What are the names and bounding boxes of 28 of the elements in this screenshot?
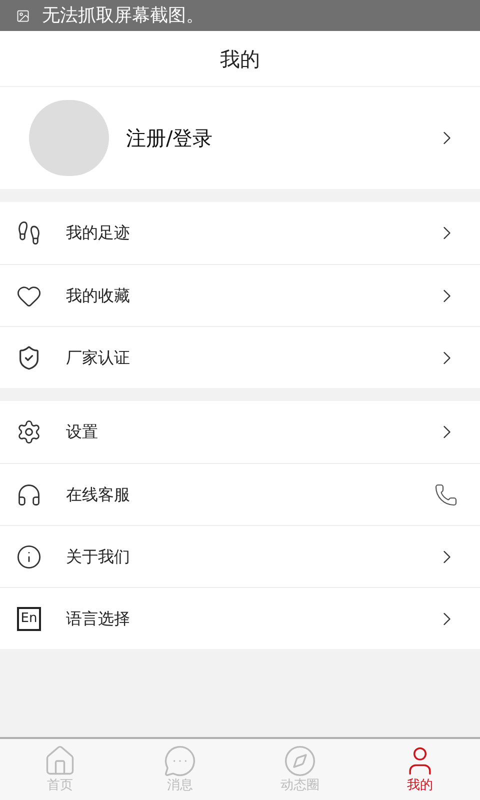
menu-label: 设置	[66, 421, 99, 443]
info-icon	[16, 544, 42, 570]
chat-icon	[163, 744, 197, 778]
settings-icon	[16, 419, 42, 445]
menu-row[interactable]: 我的足迹	[0, 202, 480, 264]
phone-icon	[434, 482, 458, 506]
compass-icon	[283, 744, 317, 778]
login-label: 注册/登录	[126, 125, 214, 152]
tab-item[interactable]: 我的	[360, 739, 480, 800]
profile-row[interactable]: 注册/登录	[0, 87, 480, 189]
toast-text: 无法抓取屏幕截图。	[42, 4, 204, 28]
menu-row[interactable]: 关于我们	[0, 525, 480, 587]
language-badge: En	[17, 606, 41, 630]
page-title: 我的	[220, 46, 260, 72]
menu-row[interactable]: 我的收藏	[0, 264, 480, 326]
image-icon	[16, 8, 30, 22]
menu-label: 在线客服	[66, 484, 131, 506]
headset-icon	[16, 482, 42, 508]
menu-label: 我的收藏	[66, 284, 131, 306]
menu-row[interactable]: 设置	[0, 401, 480, 463]
menu-row[interactable]: 在线客服	[0, 463, 480, 525]
menu-label: 厂家认证	[66, 346, 131, 368]
menu-label: 我的足迹	[66, 222, 131, 244]
menu-label: 语言选择	[66, 608, 131, 630]
menu-label: 关于我们	[66, 546, 131, 568]
menu-row[interactable]: 厂家认证	[0, 326, 480, 388]
menu-row[interactable]: En 语言选择	[0, 587, 480, 649]
footprints-icon	[16, 220, 42, 246]
